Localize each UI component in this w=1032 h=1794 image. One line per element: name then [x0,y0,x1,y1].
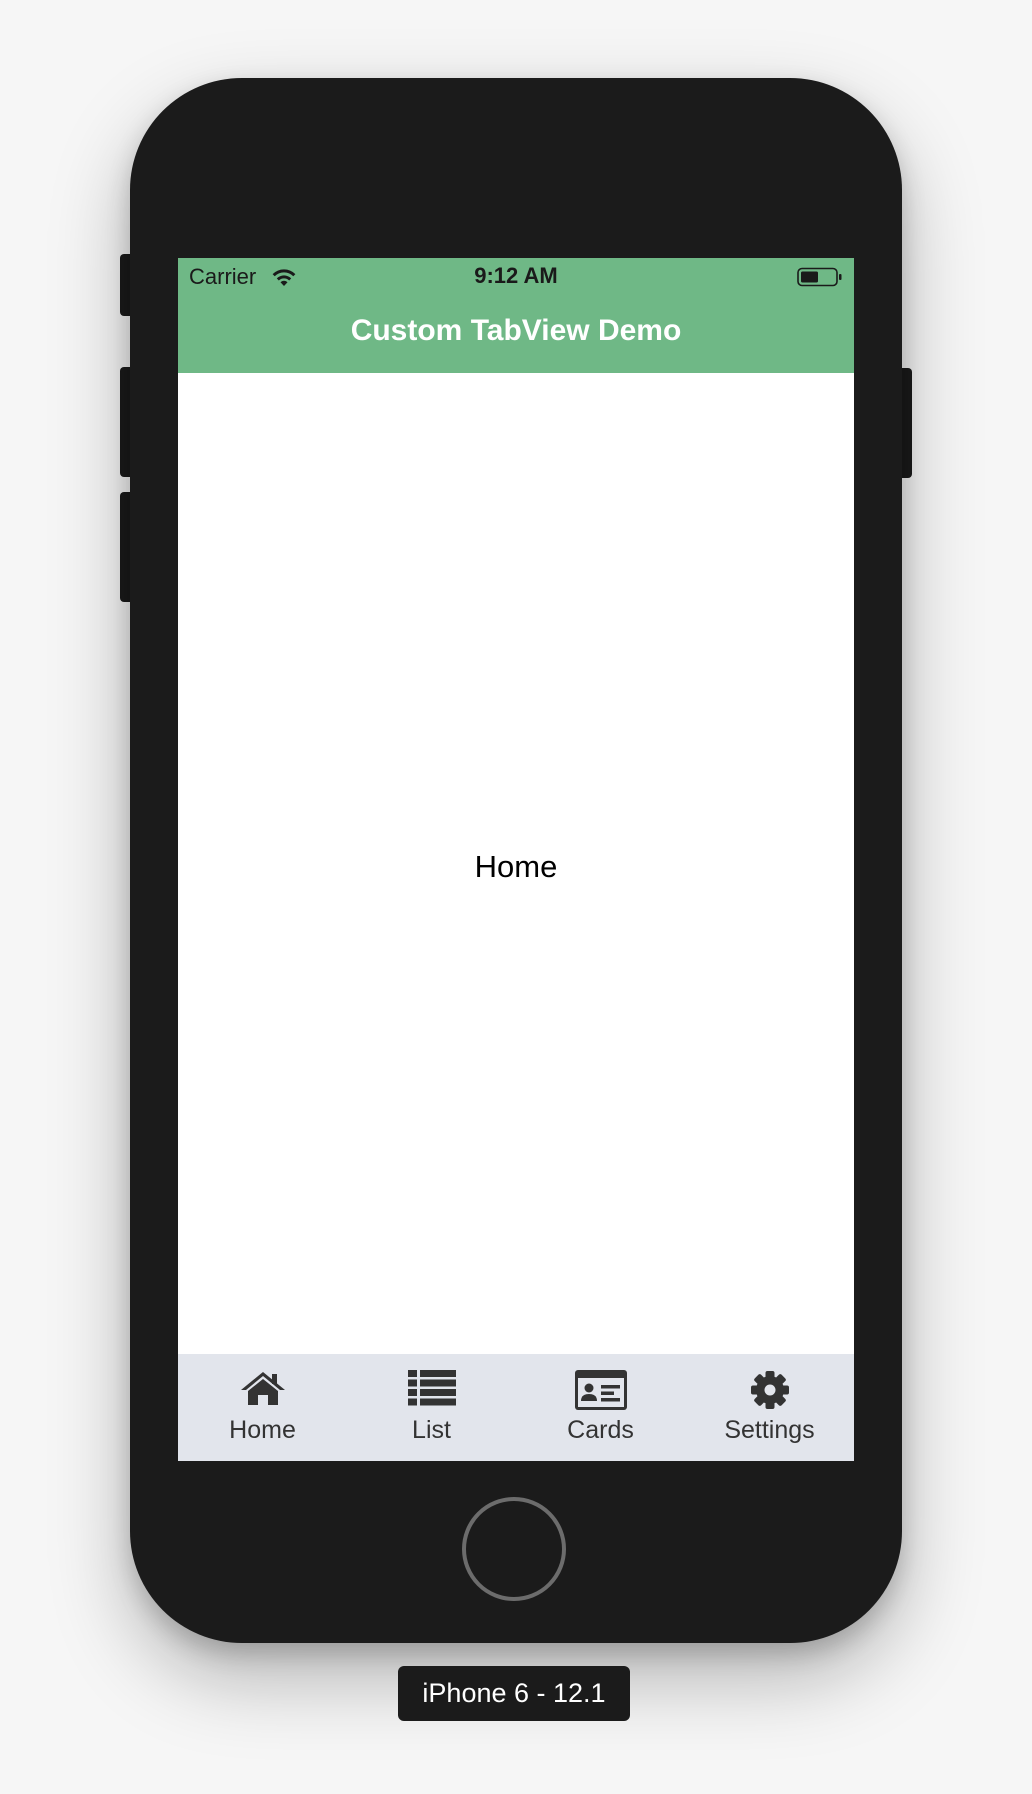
tab-label-cards: Cards [567,1416,634,1444]
tab-settings[interactable]: Settings [685,1354,854,1461]
tab-cards[interactable]: Cards [516,1354,685,1461]
tab-list[interactable]: List [347,1354,516,1461]
home-icon [240,1372,285,1405]
gear-icon [750,1371,789,1409]
home-content: Home [178,373,854,1354]
app-screen: Carrier 9:12 AM Custom TabView Demo Home [178,258,854,1461]
tab-label-list: List [412,1416,451,1444]
tab-bar: Home List Cards Settings [178,1354,854,1461]
status-bar: Carrier 9:12 AM [178,258,854,298]
app-header: Carrier 9:12 AM Custom TabView Demo [178,258,854,373]
content-label: Home [474,849,558,884]
tab-label-settings: Settings [724,1416,815,1444]
tab-label-home: Home [229,1416,296,1444]
list-icon [407,1370,456,1406]
device-caption: iPhone 6 - 12.1 [398,1666,630,1721]
tab-home[interactable]: Home [178,1354,347,1461]
nav-title: Custom TabView Demo [350,314,682,347]
status-time: 9:12 AM [474,263,558,288]
id-card-icon [574,1370,627,1410]
battery-icon [797,267,842,287]
home-button[interactable] [462,1497,566,1601]
